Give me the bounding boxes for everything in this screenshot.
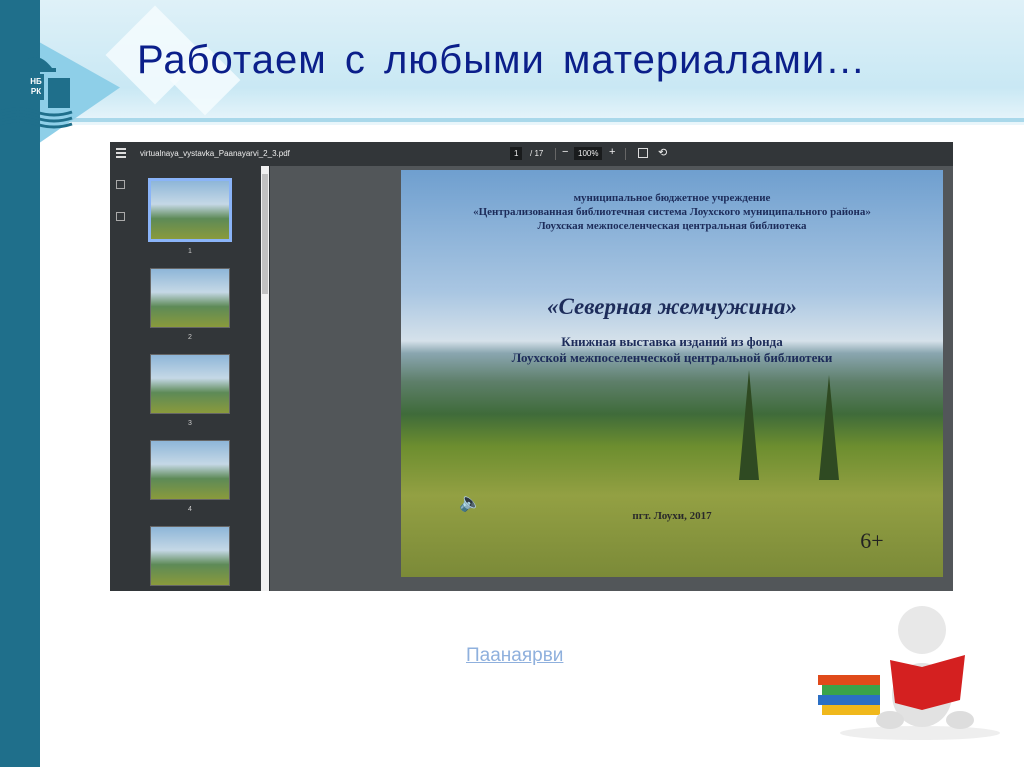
file-name: virtualnaya_vystavka_Paanayarvi_2_3.pdf	[140, 149, 290, 158]
thumbnail-label: 3	[188, 420, 192, 427]
thumbnail-page-1[interactable]	[148, 178, 232, 242]
page-number-input[interactable]: 1	[510, 147, 523, 160]
svg-text:НБ: НБ	[30, 77, 42, 86]
sidebar-scrollbar[interactable]	[261, 166, 269, 591]
zoom-in-button[interactable]: +	[609, 146, 615, 158]
thumbnail-sidebar: 1 2 3 4	[110, 166, 270, 591]
rotate-icon[interactable]: ⟲	[658, 146, 667, 159]
slide-subtitle: Книжная выставка изданий из фонда	[561, 334, 783, 349]
thumbnail-label: 1	[188, 248, 192, 255]
thumbnail-page-5[interactable]	[150, 526, 230, 586]
reading-figure-illustration	[818, 606, 1000, 740]
menu-icon[interactable]	[116, 148, 126, 158]
thumbnails-icon[interactable]	[116, 180, 125, 189]
zoom-out-button[interactable]: −	[562, 146, 568, 158]
header-divider	[40, 118, 1024, 122]
slide-headline: «Северная жемчужина»	[547, 294, 797, 319]
slide-place-date: пгт. Лоухи, 2017	[632, 510, 712, 522]
pdf-toolbar: virtualnaya_vystavka_Paanayarvi_2_3.pdf …	[110, 142, 953, 166]
fit-page-icon[interactable]	[638, 148, 648, 158]
library-logo: НБ РК	[0, 57, 73, 129]
slide-org-line: «Централизованная библиотечная система Л…	[473, 206, 871, 218]
svg-text:РК: РК	[31, 87, 41, 96]
pdf-page: муниципальное бюджетное учреждение «Цент…	[401, 170, 943, 577]
page-title: Работаем с любыми материалами…	[137, 38, 867, 82]
divider	[555, 148, 556, 160]
thumbnail-page-2[interactable]	[150, 268, 230, 328]
thumbnail-label: 4	[188, 506, 192, 513]
thumbnail-page-3[interactable]	[150, 354, 230, 414]
slide-subtitle: Лоухской межпоселенческой центральной би…	[511, 350, 833, 365]
thumbnail-label: 2	[188, 334, 192, 341]
pdf-viewer: virtualnaya_vystavka_Paanayarvi_2_3.pdf …	[110, 142, 953, 591]
zoom-input[interactable]: 100%	[574, 147, 603, 160]
slide-org-line: Лоухская межпоселенческая центральная би…	[537, 220, 807, 232]
slide-age-rating: 6+	[860, 528, 884, 553]
slide-org-line: муниципальное бюджетное учреждение	[573, 192, 771, 204]
tree-illustration	[739, 370, 839, 480]
thumbnail-page-4[interactable]	[150, 440, 230, 500]
page-total: / 17	[530, 149, 544, 158]
divider	[625, 148, 626, 160]
outline-icon[interactable]	[116, 212, 125, 221]
paanayarvi-link[interactable]: Паанаярви	[466, 645, 563, 667]
